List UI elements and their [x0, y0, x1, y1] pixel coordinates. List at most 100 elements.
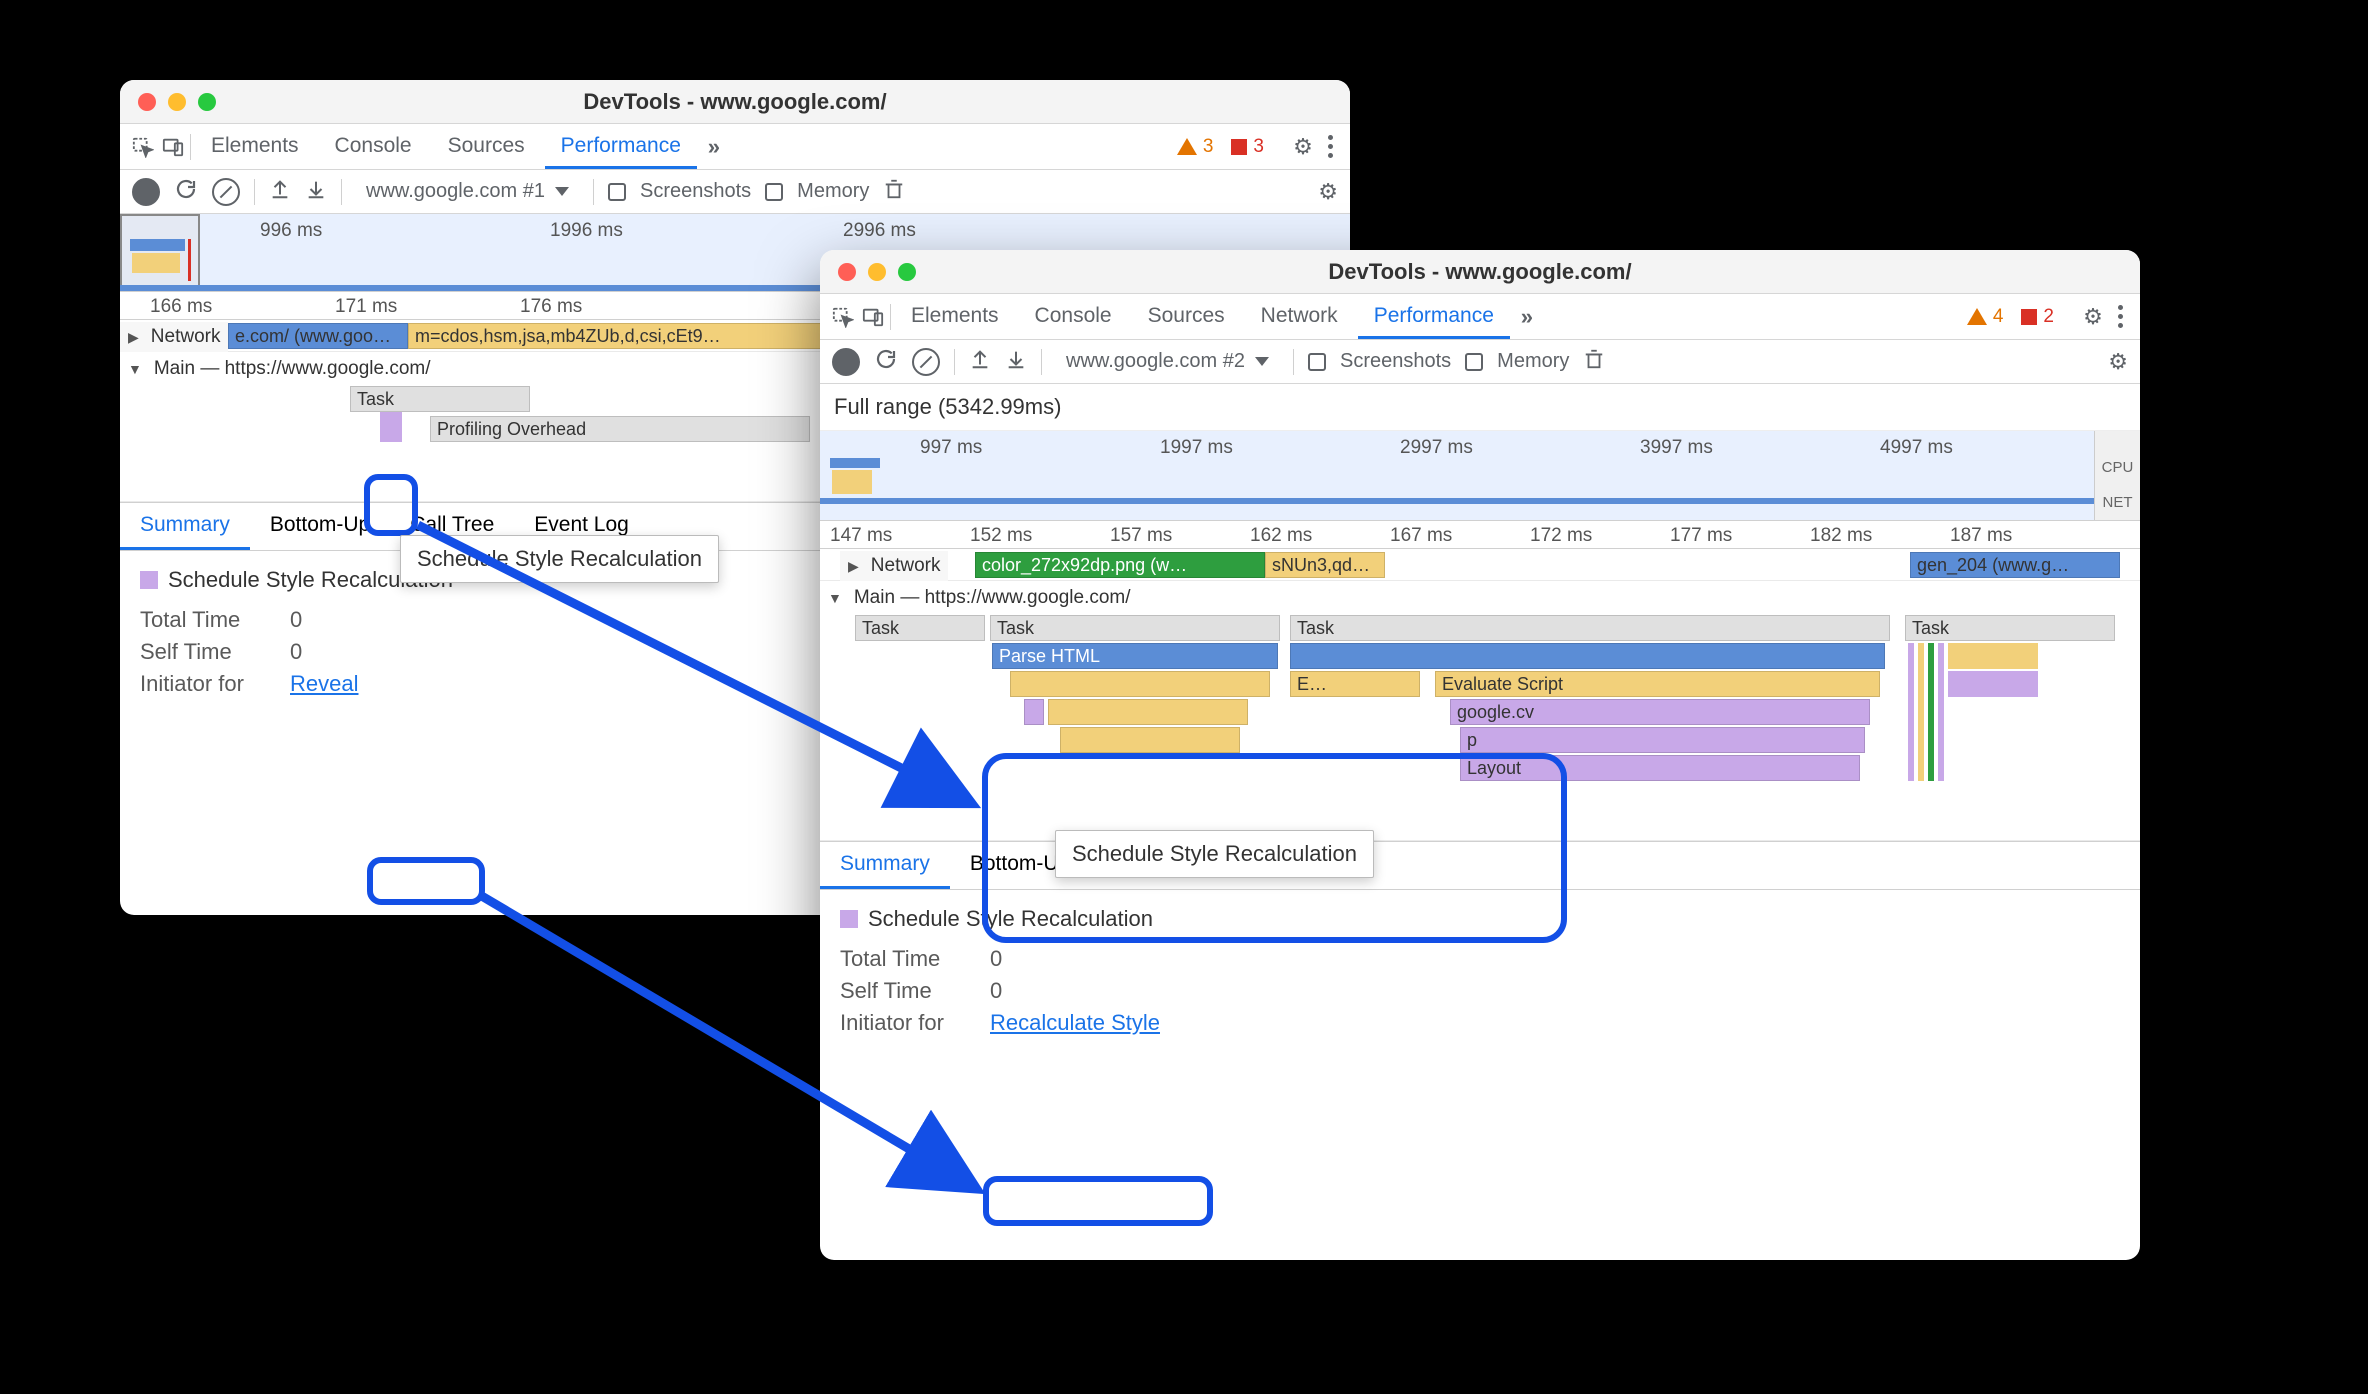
clear-button[interactable]: [912, 348, 940, 376]
self-time-label: Self Time: [840, 978, 970, 1004]
issues-badge[interactable]: 3: [1231, 136, 1264, 158]
more-tabs-icon[interactable]: »: [701, 134, 727, 160]
inspect-element-icon[interactable]: [130, 134, 156, 160]
reload-icon[interactable]: [874, 347, 898, 377]
flame-parse-html[interactable]: Parse HTML: [992, 643, 1278, 669]
close-icon[interactable]: [138, 93, 156, 111]
flame-block[interactable]: [1024, 699, 1044, 725]
network-track-label[interactable]: Network: [120, 322, 228, 352]
capture-settings-icon[interactable]: ⚙: [1318, 179, 1338, 205]
flame-block[interactable]: [1060, 727, 1240, 753]
devtools-tab-bar: Elements Console Sources Performance » 3…: [120, 124, 1350, 170]
maximize-icon[interactable]: [198, 93, 216, 111]
download-icon[interactable]: [305, 178, 327, 206]
errors-badge[interactable]: 2: [2021, 306, 2054, 328]
tab-elements[interactable]: Elements: [895, 294, 1015, 339]
flame-task[interactable]: Task: [350, 386, 530, 412]
time-ruler[interactable]: 147 ms 152 ms 157 ms 162 ms 167 ms 172 m…: [820, 521, 2140, 549]
flame-task[interactable]: Task: [855, 615, 985, 641]
recording-selector[interactable]: www.google.com #2: [1056, 346, 1279, 377]
flame-block[interactable]: [1048, 699, 1248, 725]
upload-icon[interactable]: [269, 178, 291, 206]
network-track-label[interactable]: Network: [840, 551, 948, 581]
tab-elements[interactable]: Elements: [195, 124, 315, 169]
tab-bottom-up[interactable]: Bottom-Up: [250, 503, 390, 550]
gear-icon[interactable]: ⚙: [1290, 134, 1316, 160]
reload-icon[interactable]: [174, 177, 198, 207]
gear-icon[interactable]: ⚙: [2080, 304, 2106, 330]
upload-icon[interactable]: [969, 348, 991, 376]
warn-count: 4: [1993, 306, 2004, 328]
flame-google-cv[interactable]: google.cv: [1450, 699, 1870, 725]
more-tabs-icon[interactable]: »: [1514, 304, 1540, 330]
inspect-element-icon[interactable]: [830, 304, 856, 330]
device-toolbar-icon[interactable]: [860, 304, 886, 330]
minimize-icon[interactable]: [868, 263, 886, 281]
screenshots-checkbox[interactable]: [1308, 353, 1326, 371]
performance-toolbar: www.google.com #2 Screenshots Memory ⚙: [820, 340, 2140, 384]
tab-network[interactable]: Network: [1245, 294, 1354, 339]
flame-block[interactable]: [1010, 671, 1270, 697]
network-segment[interactable]: gen_204 (www.g…: [1910, 552, 2120, 578]
maximize-icon[interactable]: [898, 263, 916, 281]
summary-pane: Schedule Style Recalculation Total Time …: [820, 890, 2140, 1058]
divider: [254, 179, 255, 205]
recording-selector[interactable]: www.google.com #1: [356, 176, 579, 207]
recalculate-style-link[interactable]: Recalculate Style: [990, 1010, 1160, 1036]
details-tabs: Summary Bottom-Up Call Tree Event Log: [820, 841, 2140, 890]
network-segment[interactable]: sNUn3,qd…: [1265, 552, 1385, 578]
tab-performance[interactable]: Performance: [1358, 294, 1510, 339]
overview-tick: 997 ms: [920, 437, 982, 459]
flame-task[interactable]: Task: [990, 615, 1280, 641]
ruler-tick: 171 ms: [335, 296, 397, 318]
reveal-link[interactable]: Reveal: [290, 671, 358, 697]
tab-summary[interactable]: Summary: [820, 842, 950, 889]
flame-parse-html[interactable]: [1290, 643, 1885, 669]
tab-console[interactable]: Console: [1019, 294, 1128, 339]
screenshots-label: Screenshots: [640, 180, 751, 203]
tab-console[interactable]: Console: [319, 124, 428, 169]
main-track-label[interactable]: Main — https://www.google.com/: [820, 583, 1139, 613]
clear-button[interactable]: [212, 178, 240, 206]
device-toolbar-icon[interactable]: [160, 134, 186, 160]
screenshots-checkbox[interactable]: [608, 183, 626, 201]
timeline-overview[interactable]: 997 ms 1997 ms 2997 ms 3997 ms 4997 ms C…: [820, 431, 2140, 521]
close-icon[interactable]: [838, 263, 856, 281]
tab-sources[interactable]: Sources: [1132, 294, 1241, 339]
main-track[interactable]: Main — https://www.google.com/ Task Task…: [820, 581, 2140, 841]
screenshots-label: Screenshots: [1340, 350, 1451, 373]
memory-checkbox[interactable]: [1465, 353, 1483, 371]
overview-tick: 996 ms: [260, 220, 322, 242]
tab-sources[interactable]: Sources: [432, 124, 541, 169]
self-time-label: Self Time: [140, 639, 270, 665]
network-segment[interactable]: color_272x92dp.png (w…: [975, 552, 1265, 578]
tab-performance[interactable]: Performance: [545, 124, 697, 169]
minimize-icon[interactable]: [168, 93, 186, 111]
flame-layout[interactable]: Layout: [1460, 755, 1860, 781]
record-button[interactable]: [132, 178, 160, 206]
self-time-value: 0: [290, 639, 302, 665]
flame-e[interactable]: E…: [1290, 671, 1420, 697]
flame-task[interactable]: Task: [1905, 615, 2115, 641]
network-segment[interactable]: e.com/ (www.goo…: [228, 323, 408, 349]
divider: [1041, 349, 1042, 375]
flame-task[interactable]: Task: [1290, 615, 1890, 641]
total-time-value: 0: [290, 607, 302, 633]
warnings-badge[interactable]: 4: [1967, 306, 2004, 328]
flame-event[interactable]: [380, 412, 402, 442]
capture-settings-icon[interactable]: ⚙: [2108, 349, 2128, 375]
network-track[interactable]: Network color_272x92dp.png (w… sNUn3,qd……: [820, 549, 2140, 581]
warnings-badge[interactable]: 3: [1177, 136, 1214, 158]
memory-checkbox[interactable]: [765, 183, 783, 201]
flame-p[interactable]: p: [1460, 727, 1865, 753]
garbage-collect-icon[interactable]: [883, 178, 905, 206]
main-track-label[interactable]: Main — https://www.google.com/: [120, 354, 439, 384]
tab-summary[interactable]: Summary: [120, 503, 250, 550]
flame-profiling-overhead[interactable]: Profiling Overhead: [430, 416, 810, 442]
garbage-collect-icon[interactable]: [1583, 348, 1605, 376]
record-button[interactable]: [832, 348, 860, 376]
kebab-menu-icon[interactable]: [2110, 305, 2130, 328]
flame-evaluate-script[interactable]: Evaluate Script: [1435, 671, 1880, 697]
download-icon[interactable]: [1005, 348, 1027, 376]
kebab-menu-icon[interactable]: [1320, 135, 1340, 158]
